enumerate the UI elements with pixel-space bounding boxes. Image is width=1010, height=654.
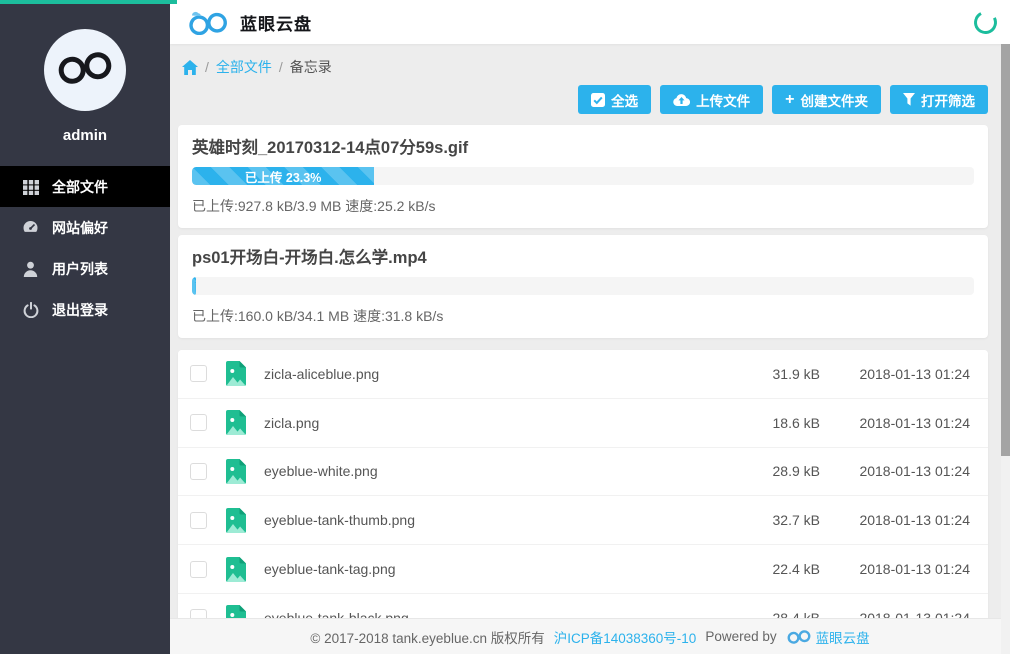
file-name[interactable]: zicla.png [264,415,710,431]
copyright-text: © 2017-2018 tank.eyeblue.cn 版权所有 [310,627,544,647]
file-date: 2018-01-13 01:24 [820,561,970,577]
sidebar-item-site-preferences[interactable]: 网站偏好 [0,207,170,248]
dashboard-icon [22,219,39,236]
upload-progress-bar: 已上传 0.5% [192,277,974,295]
powered-by-text: Powered by [705,629,776,644]
footer-logo-icon [786,629,812,644]
file-row[interactable]: eyeblue-tank-thumb.png 32.7 kB 2018-01-1… [178,496,988,545]
image-file-icon [226,459,246,484]
upload-file-button[interactable]: 上传文件 [660,85,763,114]
cloud-upload-icon [673,93,690,106]
breadcrumb-all-files[interactable]: 全部文件 [216,57,272,77]
header: 蓝眼云盘 [170,0,1010,44]
sidebar-item-label: 全部文件 [52,177,108,197]
check-square-icon [591,93,605,107]
user-icon [22,260,39,277]
file-row[interactable]: zicla-aliceblue.png 31.9 kB 2018-01-13 0… [178,350,988,399]
app-logo-icon [186,9,230,35]
file-date: 2018-01-13 01:24 [820,415,970,431]
button-label: 创建文件夹 [801,90,869,110]
loading-progress-bar [0,0,177,4]
file-size: 22.4 kB [710,561,820,577]
footer-brand-link[interactable]: 蓝眼云盘 [816,627,870,647]
progress-label: 已上传 23.3% [245,167,321,185]
icp-link[interactable]: 沪ICP备14038360号-10 [554,627,697,647]
image-file-icon [226,361,246,386]
file-date: 2018-01-13 01:24 [820,512,970,528]
file-date: 2018-01-13 01:24 [820,366,970,382]
footer: © 2017-2018 tank.eyeblue.cn 版权所有 沪ICP备14… [170,618,1010,654]
power-icon [22,301,39,318]
upload-filename: ps01开场白-开场白.怎么学.mp4 [192,247,974,269]
file-name[interactable]: eyeblue-tank-tag.png [264,561,710,577]
vertical-scrollbar[interactable] [1001,44,1010,654]
file-list: zicla-aliceblue.png 31.9 kB 2018-01-13 0… [178,350,988,643]
create-folder-button[interactable]: + 创建文件夹 [772,85,881,114]
image-file-icon [226,557,246,582]
image-file-icon [226,410,246,435]
home-icon[interactable] [182,60,198,75]
file-name[interactable]: zicla-aliceblue.png [264,366,710,382]
file-size: 31.9 kB [710,366,820,382]
infinity-logo-icon [54,51,116,90]
upload-card: ps01开场白-开场白.怎么学.mp4 已上传 0.5% 已上传:160.0 k… [178,235,988,338]
sidebar-item-label: 网站偏好 [52,218,108,238]
file-name[interactable]: eyeblue-tank-thumb.png [264,512,710,528]
scrollbar-thumb[interactable] [1001,44,1010,456]
sidebar-menu: 全部文件 网站偏好 用户列表 退出登录 [0,166,170,330]
file-size: 28.9 kB [710,463,820,479]
avatar [44,29,126,111]
row-checkbox[interactable] [190,463,207,480]
sidebar: admin 全部文件 网站偏好 用户列表 退出登录 [0,0,170,654]
image-file-icon [226,508,246,533]
select-all-button[interactable]: 全选 [578,85,651,114]
breadcrumb-current: 备忘录 [290,57,332,77]
username: admin [0,127,170,144]
upload-stats: 已上传:927.8 kB/3.9 MB 速度:25.2 kB/s [192,196,974,216]
breadcrumb-separator: / [279,59,283,75]
upload-stats: 已上传:160.0 kB/34.1 MB 速度:31.8 kB/s [192,306,974,326]
progress-label: 已上传 0.5% [194,277,196,295]
upload-filename: 英雄时刻_20170312-14点07分59s.gif [192,137,974,159]
file-size: 18.6 kB [710,415,820,431]
filter-icon [903,93,915,106]
file-row[interactable]: zicla.png 18.6 kB 2018-01-13 01:24 [178,399,988,448]
sidebar-item-label: 退出登录 [52,300,108,320]
breadcrumb-separator: / [205,59,209,75]
grid-icon [22,178,39,195]
file-size: 32.7 kB [710,512,820,528]
sidebar-item-all-files[interactable]: 全部文件 [0,166,170,207]
row-checkbox[interactable] [190,414,207,431]
file-name[interactable]: eyeblue-white.png [264,463,710,479]
row-checkbox[interactable] [190,365,207,382]
file-row[interactable]: eyeblue-tank-tag.png 22.4 kB 2018-01-13 … [178,545,988,594]
upload-progress-bar: 已上传 23.3% [192,167,974,185]
sidebar-item-user-list[interactable]: 用户列表 [0,248,170,289]
app-title: 蓝眼云盘 [240,10,312,35]
row-checkbox[interactable] [190,512,207,529]
open-filter-button[interactable]: 打开筛选 [890,85,988,114]
main-content: / 全部文件 / 备忘录 全选 上传文件 + 创建文件夹 打开筛选 [170,44,1010,654]
sidebar-item-label: 用户列表 [52,259,108,279]
breadcrumb: / 全部文件 / 备忘录 [182,57,988,77]
upload-card: 英雄时刻_20170312-14点07分59s.gif 已上传 23.3% 已上… [178,125,988,228]
button-label: 打开筛选 [921,90,975,110]
sidebar-item-logout[interactable]: 退出登录 [0,289,170,330]
plus-icon: + [785,92,794,108]
row-checkbox[interactable] [190,561,207,578]
file-date: 2018-01-13 01:24 [820,463,970,479]
file-row[interactable]: eyeblue-white.png 28.9 kB 2018-01-13 01:… [178,448,988,497]
button-label: 全选 [611,90,638,110]
button-label: 上传文件 [696,90,750,110]
toolbar: 全选 上传文件 + 创建文件夹 打开筛选 [178,85,988,114]
